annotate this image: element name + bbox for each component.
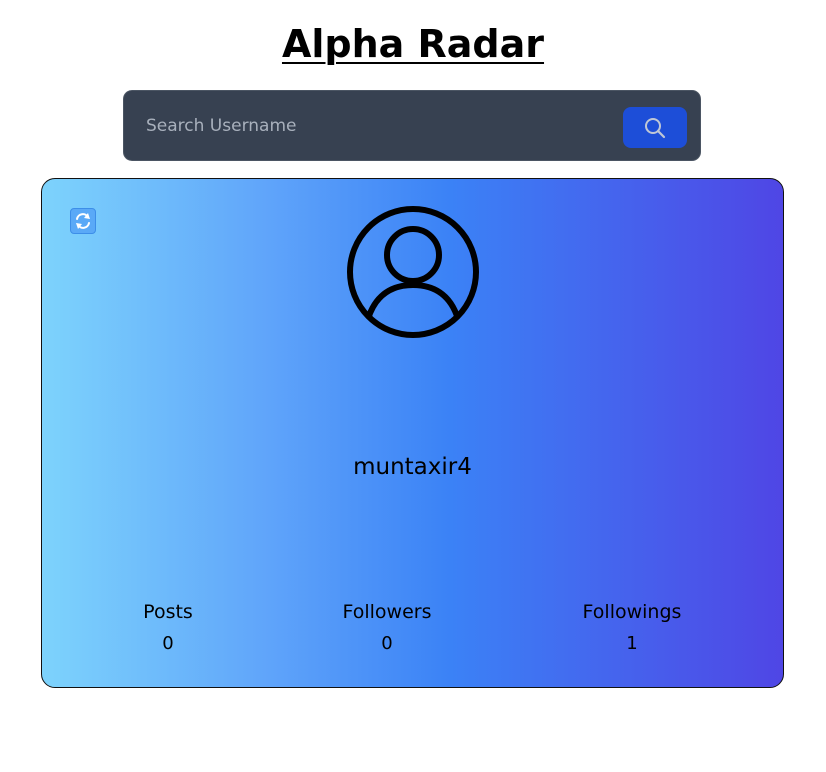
search-input[interactable] [138, 107, 614, 145]
refresh-icon [76, 213, 90, 229]
page: Alpha Radar Search Username muntaxir4 Po… [0, 0, 826, 772]
search-bar [123, 90, 701, 161]
profile-card: muntaxir4 Posts 0 Followers 0 Followings… [41, 178, 784, 688]
user-circle-icon [347, 206, 479, 338]
stat-posts-value: 0 [162, 633, 174, 654]
app-title: Alpha Radar [281, 22, 545, 66]
search-button[interactable] [623, 107, 687, 148]
search-icon [645, 117, 666, 138]
refresh-button[interactable] [70, 208, 96, 234]
stat-followings-value: 1 [626, 633, 638, 654]
stat-posts-label: Posts [143, 601, 193, 623]
stat-followings-label: Followings [582, 601, 682, 623]
stat-followers: Followers 0 [332, 599, 442, 657]
stat-followers-label: Followers [342, 601, 432, 623]
stat-followings: Followings 1 [572, 599, 692, 657]
stat-posts: Posts 0 [118, 599, 218, 657]
stat-followers-value: 0 [381, 633, 393, 654]
username: muntaxir4 [353, 454, 472, 480]
